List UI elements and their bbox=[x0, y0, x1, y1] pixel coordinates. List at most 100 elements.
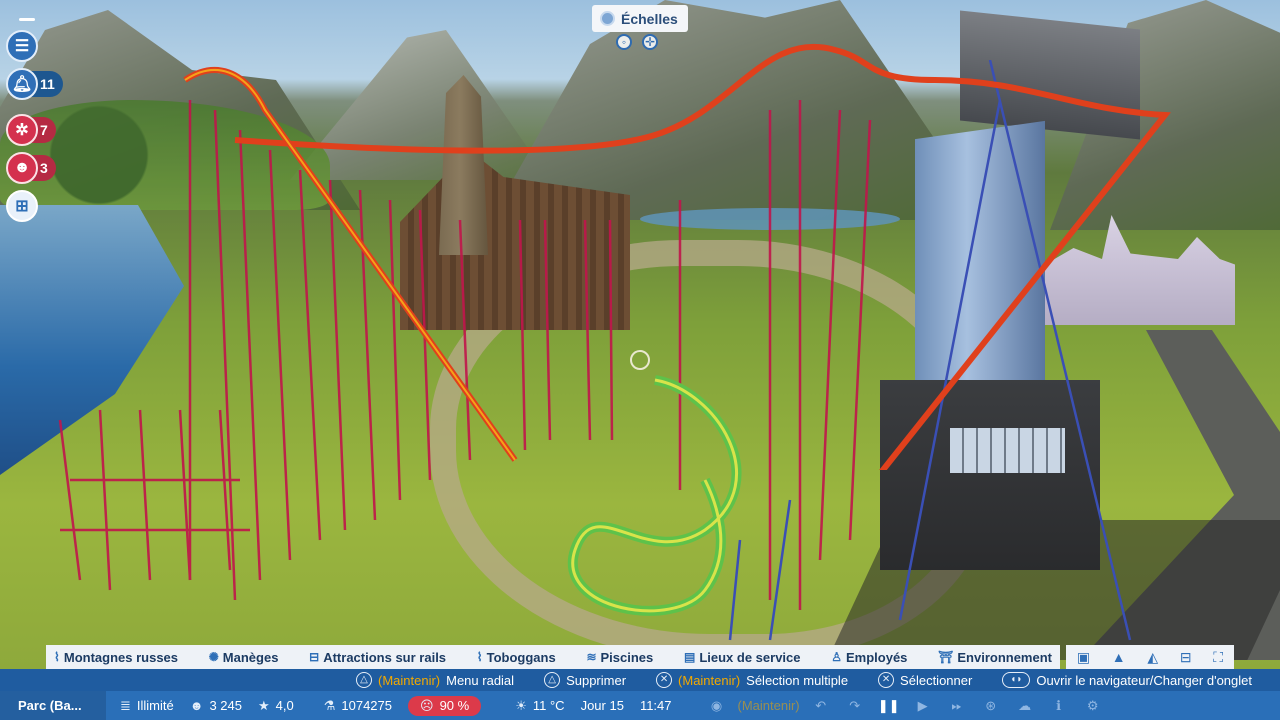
expand-icon[interactable]: ⛶ bbox=[1213, 649, 1223, 666]
game-viewport[interactable] bbox=[0, 0, 1280, 720]
pause-icon[interactable]: ❚❚ bbox=[872, 695, 906, 717]
staff-icon: ♙ bbox=[831, 650, 842, 664]
settings-icon[interactable]: ⚙ bbox=[1076, 695, 1110, 717]
hold-label: (Maintenir) bbox=[678, 672, 741, 688]
rating-display[interactable]: ★ 4,0 bbox=[250, 691, 302, 720]
hud-collapse-handle[interactable] bbox=[19, 18, 35, 21]
hold-label: (Maintenir) bbox=[378, 672, 441, 688]
coaster-icon: ⌇ bbox=[54, 650, 60, 664]
rotate-handle-icon[interactable]: ◦ bbox=[616, 34, 632, 50]
rating-value: 4,0 bbox=[275, 698, 294, 713]
hint-label: Menu radial bbox=[446, 672, 515, 688]
park-name[interactable]: Parc (Ba... bbox=[0, 691, 106, 720]
guests-icon: ☻ bbox=[189, 698, 204, 713]
info-icon[interactable]: ℹ bbox=[1042, 695, 1076, 717]
pool-icon: ≋ bbox=[586, 650, 597, 664]
time-value: 11:47 bbox=[639, 698, 672, 713]
weather-display[interactable]: ☀ 11 °C bbox=[507, 691, 572, 720]
category-rides[interactable]: ✺ Manèges bbox=[209, 650, 279, 665]
scale-handles[interactable]: ◦ ✛ bbox=[616, 34, 658, 50]
research-icon: ⚗ bbox=[323, 697, 336, 713]
tool-bar: ▣ ▲ ◭ ⊟ ⛶ bbox=[1066, 645, 1234, 669]
guests-icon[interactable]: ☻ bbox=[6, 152, 38, 184]
ride-icon: ✺ bbox=[208, 650, 219, 664]
category-label: Manèges bbox=[222, 649, 279, 665]
path-icon[interactable]: ▲ bbox=[1112, 649, 1126, 665]
park-value: 1074275 bbox=[341, 698, 392, 713]
day-value: Jour 15 bbox=[580, 698, 624, 713]
category-label: Toboggans bbox=[486, 649, 556, 665]
camera-icon[interactable]: ⊛ bbox=[974, 695, 1008, 717]
guests-display[interactable]: ☻ 3 245 bbox=[182, 691, 250, 720]
move-handle-icon[interactable]: ✛ bbox=[642, 34, 658, 50]
fast-forward-icon[interactable]: ⏩︎ bbox=[940, 695, 974, 717]
park-name-label: Parc (Ba... bbox=[18, 698, 82, 713]
ride-alert-icon[interactable]: ✲ bbox=[6, 114, 38, 146]
redo-icon[interactable]: ↷ bbox=[838, 695, 872, 717]
category-scenery[interactable]: ⛩︎ Environnement bbox=[938, 650, 1052, 665]
category-label: Environnement bbox=[957, 649, 1052, 665]
sun-icon: ☀ bbox=[515, 697, 527, 713]
slide-icon: ⌇ bbox=[476, 650, 483, 664]
star-icon: ★ bbox=[257, 697, 270, 713]
hint-label: Sélectionner bbox=[900, 672, 973, 688]
bell-icon[interactable]: 🔔︎ bbox=[6, 68, 38, 100]
hint-browser[interactable]: ◖◗ Ouvrir le navigateur/Changer d'onglet bbox=[1002, 672, 1252, 688]
build-category-bar: ⌇ Montagnes russes ✺ Manèges ⊟ Attractio… bbox=[46, 645, 1060, 669]
mood-icon: ☹ bbox=[420, 697, 434, 713]
time-display: 11:47 bbox=[632, 691, 680, 720]
category-pools[interactable]: ≋ Piscines bbox=[586, 650, 653, 665]
rail-ride-icon: ⊟ bbox=[309, 650, 320, 664]
coaster-track-green[interactable] bbox=[535, 360, 765, 640]
status-bar: Parc (Ba... ≣ Illimité ☻ 3 245 ★ 4,0 ⚗ 1… bbox=[0, 691, 1280, 720]
park-value-display[interactable]: ⚗ 1074275 bbox=[316, 691, 400, 720]
scale-icon bbox=[600, 11, 615, 26]
weather-icon[interactable]: ☁ bbox=[1008, 695, 1042, 717]
hint-radial-menu[interactable]: △ (Maintenir) Menu radial bbox=[356, 672, 514, 688]
hint-label: Sélection multiple bbox=[746, 672, 849, 688]
happiness-badge[interactable]: ☹ 90 % bbox=[408, 695, 482, 716]
hint-select[interactable]: ✕ Sélectionner bbox=[878, 672, 972, 688]
cross-button-icon: ✕ bbox=[878, 672, 895, 688]
play-icon[interactable]: ▶ bbox=[906, 695, 940, 717]
money-value: Illimité bbox=[136, 698, 174, 713]
hint-multi-select[interactable]: ✕ (Maintenir) Sélection multiple bbox=[656, 672, 848, 688]
scale-label: Échelles bbox=[621, 10, 678, 27]
category-track-rides[interactable]: ⊟ Attractions sur rails bbox=[309, 650, 446, 665]
category-facilities[interactable]: ▤ Lieux de service bbox=[684, 650, 801, 665]
facility-icon: ▤ bbox=[683, 650, 696, 664]
triangle-button-icon: △ bbox=[544, 672, 561, 688]
day-display: Jour 15 bbox=[573, 691, 632, 720]
blueprint-icon[interactable]: ▣ bbox=[1077, 649, 1090, 666]
hint-delete[interactable]: △ Supprimer bbox=[544, 672, 626, 688]
category-label: Montagnes russes bbox=[63, 649, 179, 665]
clipboard-icon[interactable]: ☰ bbox=[6, 30, 38, 62]
scenery-icon: ⛩︎ bbox=[938, 650, 954, 664]
guests-value: 3 245 bbox=[209, 698, 242, 713]
camera-cursor bbox=[630, 350, 650, 370]
category-label: Attractions sur rails bbox=[323, 649, 447, 665]
category-label: Employés bbox=[845, 649, 908, 665]
scale-toggle[interactable]: Échelles bbox=[592, 5, 688, 32]
bumpers-button-icon: ◖◗ bbox=[1002, 672, 1031, 688]
record-icon[interactable]: ◉ bbox=[700, 695, 734, 717]
rewind-icon[interactable]: ↶ bbox=[804, 695, 838, 717]
management-icon[interactable]: ⊟ bbox=[1180, 649, 1192, 666]
coins-icon: ≣ bbox=[120, 697, 131, 713]
guest-alerts-count: 3 bbox=[40, 160, 48, 176]
notifications-count: 11 bbox=[40, 76, 55, 92]
flowchart-icon[interactable]: ⊞ bbox=[6, 190, 38, 222]
category-label: Piscines bbox=[600, 649, 654, 665]
money-display[interactable]: ≣ Illimité bbox=[112, 691, 182, 720]
temperature-value: 11 °C bbox=[532, 698, 565, 713]
category-coasters[interactable]: ⌇ Montagnes russes bbox=[54, 650, 178, 665]
controller-hints: △ (Maintenir) Menu radial △ Supprimer ✕ … bbox=[0, 669, 1280, 691]
category-staff[interactable]: ♙ Employés bbox=[831, 650, 907, 665]
speed-controls: ◉ (Maintenir) ↶ ↷ ❚❚ ▶ ⏩︎ ⊛ ☁ ℹ ⚙ bbox=[692, 691, 1118, 720]
terrain-icon[interactable]: ◭ bbox=[1147, 649, 1158, 666]
triangle-button-icon: △ bbox=[356, 672, 372, 688]
maintain-hint: (Maintenir) bbox=[737, 698, 800, 713]
alerts-count: 7 bbox=[40, 122, 48, 138]
category-label: Lieux de service bbox=[699, 649, 801, 665]
category-slides[interactable]: ⌇ Toboggans bbox=[477, 650, 556, 665]
